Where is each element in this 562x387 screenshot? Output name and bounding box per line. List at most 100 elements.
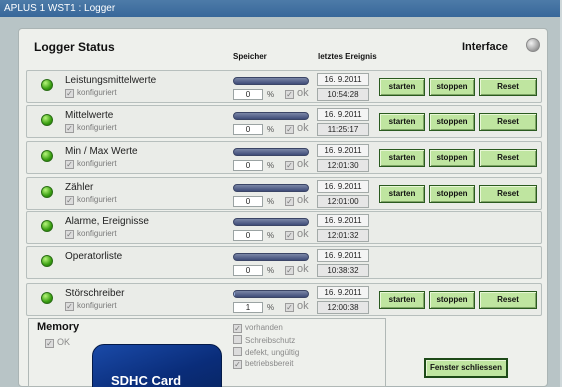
memory-percent-value: 0 [233, 89, 263, 100]
reset-button[interactable]: Reset [479, 113, 537, 131]
event-date: 16. 9.2011 [317, 108, 369, 121]
stop-button[interactable]: stoppen [429, 185, 475, 203]
konfiguriert-checkbox[interactable]: ✓ konfiguriert [65, 229, 117, 239]
logger-name: Min / Max Werte [65, 146, 138, 157]
checkbox-icon [233, 335, 242, 344]
konfiguriert-checkbox[interactable]: ✓ konfiguriert [65, 301, 117, 311]
status-led-icon [41, 114, 53, 126]
reset-button[interactable]: Reset [479, 149, 537, 167]
start-button[interactable]: starten [379, 149, 425, 167]
checkbox-icon: ✓ [65, 196, 74, 205]
window-title: APLUS 1 WST1 : Logger [4, 3, 116, 14]
logger-name: Mittelwerte [65, 110, 114, 121]
konfiguriert-label: konfiguriert [77, 301, 117, 310]
start-button[interactable]: starten [379, 113, 425, 131]
event-date: 16. 9.2011 [317, 180, 369, 193]
percent-sign: % [267, 231, 275, 240]
percent-sign: % [267, 125, 275, 134]
memory-flag-betriebsbereit[interactable]: ✓ betriebsbereit [233, 359, 293, 369]
memory-usage-bar [233, 253, 309, 261]
percent-sign: % [267, 161, 275, 170]
memory-usage-bar [233, 148, 309, 156]
ok-checkbox[interactable]: ✓ ok [285, 194, 309, 206]
sdhc-card-label: SDHC Card [111, 373, 182, 387]
memory-usage-bar [233, 112, 309, 120]
reset-button[interactable]: Reset [479, 78, 537, 96]
memory-flag-defekt[interactable]: defekt, ungültig [233, 347, 299, 357]
event-date: 16. 9.2011 [317, 286, 369, 299]
checkbox-icon: ✓ [285, 90, 294, 99]
ok-checkbox[interactable]: ✓ ok [285, 122, 309, 134]
ok-checkbox[interactable]: ✓ ok [285, 158, 309, 170]
percent-sign: % [267, 197, 275, 206]
stop-button[interactable]: stoppen [429, 113, 475, 131]
status-led-icon [41, 79, 53, 91]
stop-button[interactable]: stoppen [429, 149, 475, 167]
event-time: 12:00:38 [317, 301, 369, 314]
konfiguriert-label: konfiguriert [77, 88, 117, 97]
ok-label: ok [297, 158, 309, 170]
memory-usage-bar [233, 184, 309, 192]
checkbox-icon: ✓ [233, 360, 242, 369]
konfiguriert-checkbox[interactable]: ✓ konfiguriert [65, 123, 117, 133]
checkbox-icon: ✓ [285, 231, 294, 240]
ok-label: ok [297, 87, 309, 99]
logger-row: Zähler ✓ konfiguriert 0% ✓ ok 16. 9.2011 12:01:… [26, 177, 542, 210]
ok-checkbox[interactable]: ✓ ok [285, 87, 309, 99]
start-button[interactable]: starten [379, 291, 425, 309]
ok-label: ok [297, 300, 309, 312]
memory-usage-bar [233, 290, 309, 298]
status-led-icon [41, 255, 53, 267]
checkbox-icon: ✓ [65, 302, 74, 311]
logger-row: Leistungsmittelwerte ✓ konfiguriert 0% ✓ ok 16… [26, 70, 542, 103]
memory-percent-value: 0 [233, 124, 263, 135]
memory-flag-schreibschutz[interactable]: Schreibschutz [233, 335, 295, 345]
checkbox-icon: ✓ [285, 125, 294, 134]
event-time: 10:38:32 [317, 264, 369, 277]
memory-flag-label: defekt, ungültig [245, 348, 300, 357]
status-led-icon [41, 292, 53, 304]
konfiguriert-checkbox[interactable]: ✓ konfiguriert [65, 159, 117, 169]
event-time: 12:01:00 [317, 195, 369, 208]
checkbox-icon: ✓ [285, 266, 294, 275]
event-time: 10:54:28 [317, 88, 369, 101]
reset-button[interactable]: Reset [479, 185, 537, 203]
memory-percent-value: 0 [233, 265, 263, 276]
logger-row: Mittelwerte ✓ konfiguriert 0% ✓ ok 16. 9.2011 1… [26, 105, 542, 138]
logger-name: Alarme, Ereignisse [65, 216, 149, 227]
ok-checkbox[interactable]: ✓ ok [285, 300, 309, 312]
close-window-button[interactable]: Fenster schliessen [424, 358, 508, 378]
ok-checkbox[interactable]: ✓ ok [285, 263, 309, 275]
window-titlebar: APLUS 1 WST1 : Logger [0, 0, 560, 17]
checkbox-icon: ✓ [285, 161, 294, 170]
speicher-heading: Speicher [233, 52, 267, 61]
interface-status-led-icon [526, 38, 540, 52]
ok-label: ok [297, 228, 309, 240]
konfiguriert-checkbox[interactable]: ✓ konfiguriert [65, 195, 117, 205]
ok-checkbox[interactable]: ✓ ok [285, 228, 309, 240]
memory-percent-value: 1 [233, 302, 263, 313]
konfiguriert-label: konfiguriert [77, 229, 117, 238]
memory-flag-label: vorhanden [245, 323, 283, 332]
konfiguriert-checkbox[interactable]: ✓ konfiguriert [65, 88, 117, 98]
memory-usage-fill [234, 291, 235, 297]
reset-button[interactable]: Reset [479, 291, 537, 309]
status-led-icon [41, 186, 53, 198]
start-button[interactable]: starten [379, 78, 425, 96]
checkbox-icon: ✓ [65, 230, 74, 239]
memory-ok-checkbox[interactable]: ✓ OK [45, 337, 70, 348]
konfiguriert-label: konfiguriert [77, 159, 117, 168]
stop-button[interactable]: stoppen [429, 78, 475, 96]
logger-row: Min / Max Werte ✓ konfiguriert 0% ✓ ok 16. 9.2… [26, 141, 542, 174]
checkbox-icon: ✓ [45, 339, 54, 348]
memory-title: Memory [37, 321, 80, 333]
interface-heading: Interface [462, 41, 508, 53]
start-button[interactable]: starten [379, 185, 425, 203]
memory-usage-bar [233, 77, 309, 85]
stop-button[interactable]: stoppen [429, 291, 475, 309]
ok-label: ok [297, 194, 309, 206]
logger-row: Alarme, Ereignisse ✓ konfiguriert 0% ✓ ok 16. … [26, 211, 542, 244]
checkbox-icon: ✓ [65, 89, 74, 98]
memory-flag-vorhanden[interactable]: ✓ vorhanden [233, 323, 283, 333]
logger-name: Leistungsmittelwerte [65, 75, 157, 86]
